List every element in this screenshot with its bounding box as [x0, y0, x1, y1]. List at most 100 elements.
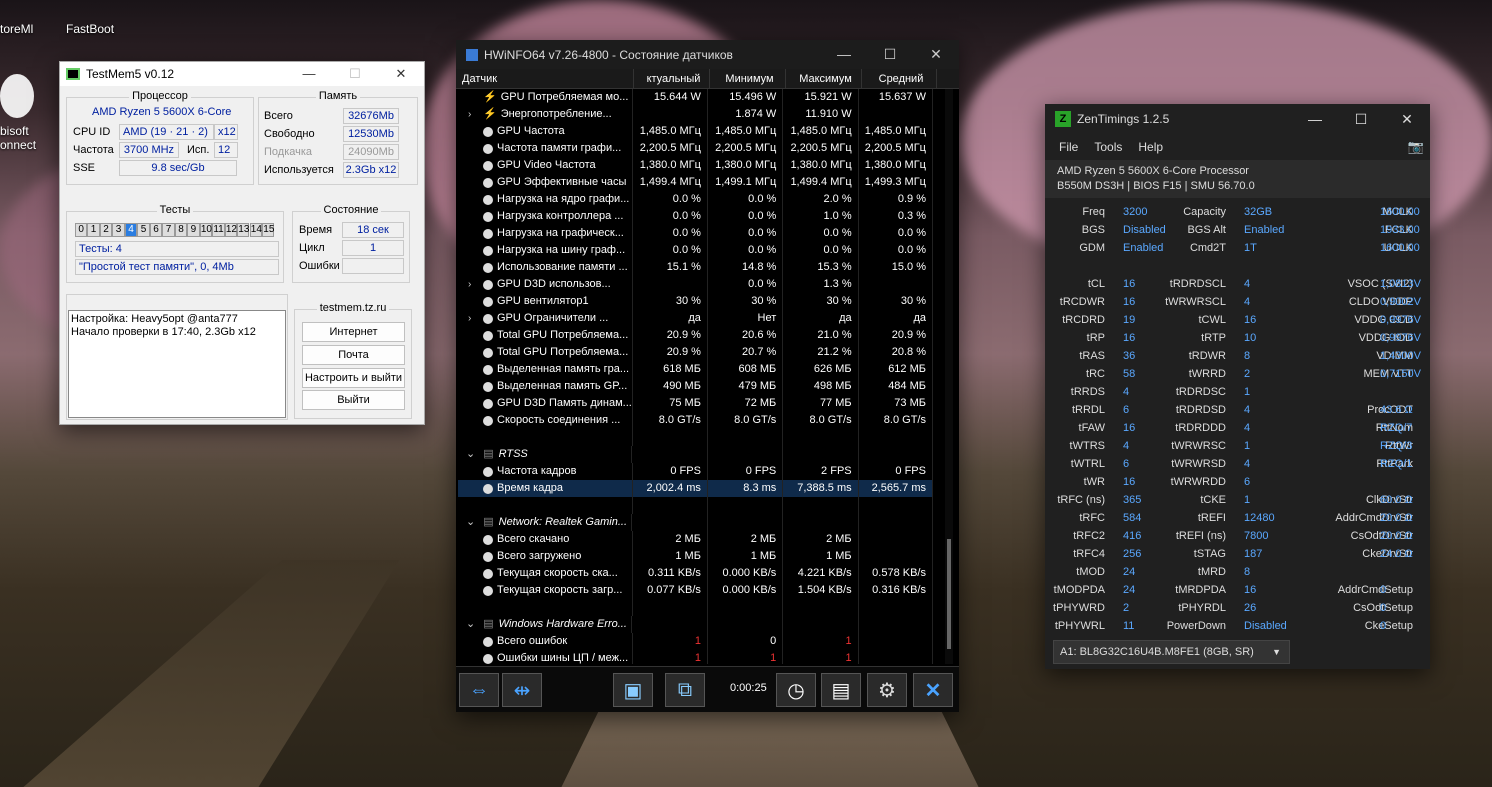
configure-exit-button[interactable]: Настроить и выйти [302, 368, 405, 388]
desktop-icon-ubisoft-connect[interactable]: onnect [0, 138, 36, 152]
value-max: 15.921 W [783, 89, 859, 106]
sensor-row[interactable]: GPU Эффективные часы 1,499.4 МГц 1,499.1 М… [458, 174, 933, 191]
col-max[interactable]: Максимум [786, 69, 862, 88]
timing-label: Cmd2T [1189, 242, 1226, 254]
network-icon[interactable]: ⧉ [665, 673, 705, 707]
mail-button[interactable]: Почта [302, 345, 405, 365]
zen-titlebar[interactable]: Z ZenTimings 1.2.5 — ☐ ✕ [1045, 104, 1430, 134]
module-select[interactable]: A1: BL8G32C16U4B.M8FE1 (8GB, SR) ▼ [1053, 640, 1290, 664]
testmem-titlebar[interactable]: TestMem5 v0.12 — ☐ ✕ [60, 62, 424, 86]
collapse-arrows-icon[interactable]: ⇹ [502, 673, 542, 707]
menu-tools[interactable]: Tools [1094, 140, 1122, 154]
timing-value: 4 [1123, 440, 1130, 452]
sensor-row[interactable]: Всего скачано 2 МБ 2 МБ 2 МБ [458, 531, 933, 548]
minimize-icon[interactable]: — [286, 66, 332, 82]
close-icon[interactable]: ✕ [378, 66, 424, 82]
sensor-row[interactable]: Нагрузка на шину граф... 0.0 % 0.0 % 0.0 % 0… [458, 242, 933, 259]
sensor-section[interactable]: ⌄ ▤ RTSS [458, 446, 933, 463]
value-max [783, 446, 859, 463]
sensor-row[interactable]: Всего загружено 1 МБ 1 МБ 1 МБ [458, 548, 933, 565]
maximize-icon[interactable]: ☐ [867, 46, 913, 63]
timing-label: tWRWRDD [1170, 476, 1226, 488]
timing-value: 10 [1244, 332, 1257, 344]
desktop-icon-fastboot[interactable]: FastBoot [66, 22, 114, 36]
value-max: 8.0 GT/s [783, 412, 859, 429]
menu-file[interactable]: File [1059, 140, 1078, 154]
log-box[interactable]: Настройка: Heavy5opt @anta777 Начало про… [68, 310, 286, 418]
chevron-right-icon[interactable]: › [468, 106, 478, 123]
sensor-row[interactable]: Частота кадров 0 FPS 0 FPS 2 FPS 0 FPS [458, 463, 933, 480]
timing-label: tCWL [1198, 314, 1227, 326]
sensor-row[interactable]: Частота памяти графи... 2,200.5 МГц 2,200.… [458, 140, 933, 157]
desktop-icon-ubisoft[interactable]: bisoft [0, 124, 29, 138]
sensor-section[interactable]: ⌄ ▤ Windows Hardware Erro... [458, 616, 933, 633]
sensor-row[interactable]: GPU D3D Память динам... 75 МБ 72 МБ 77 МБ 73… [458, 395, 933, 412]
sensor-row[interactable]: › GPU D3D использов... 0.0 % 1.3 % [458, 276, 933, 293]
value-avg: 1,380.0 МГц [859, 157, 933, 174]
sensor-row[interactable]: Выделенная память GP... 490 МБ 479 МБ 498 М… [458, 378, 933, 395]
sensor-row[interactable]: Нагрузка контроллера ... 0.0 % 0.0 % 1.0 % 0… [458, 208, 933, 225]
scrollbar[interactable] [945, 89, 953, 664]
sensor-row[interactable]: › GPU Ограничители ... да Нет да да [458, 310, 933, 327]
sensor-row[interactable]: GPU Частота 1,485.0 МГц 1,485.0 МГц 1,485.0… [458, 123, 933, 140]
sensor-row[interactable]: Ошибки шины ЦП / меж... 1 1 1 [458, 650, 933, 664]
sensor-row[interactable]: Нагрузка на графическ... 0.0 % 0.0 % 0.0 % 0… [458, 225, 933, 242]
sensor-section[interactable]: ⌄ ▤ Network: Realtek Gamin... [458, 514, 933, 531]
sensor-row[interactable]: Время кадра 2,002.4 ms 8.3 ms 7,388.5 ms 2,5… [458, 480, 933, 497]
col-sensor[interactable]: Датчик [458, 69, 634, 88]
close-icon[interactable]: ✕ [913, 673, 953, 707]
desktop-icon-store[interactable]: toreMl [0, 22, 33, 36]
sensor-row[interactable]: Использование памяти ... 15.1 % 14.8 % 15.3… [458, 259, 933, 276]
sensor-row[interactable]: Total GPU Потребляема... 20.9 % 20.7 % 21.2… [458, 344, 933, 361]
value-max: да [783, 310, 859, 327]
sensor-row[interactable]: Скорость соединения ... 8.0 GT/s 8.0 GT/s 8… [458, 412, 933, 429]
clock-icon[interactable]: ◷ [776, 673, 816, 707]
internet-button[interactable]: Интернет [302, 322, 405, 342]
monitor-icon[interactable]: ▣ [613, 673, 653, 707]
sensor-row[interactable]: Выделенная память гра... 618 МБ 608 МБ 626 … [458, 361, 933, 378]
sse-value: 9.8 sec/Gb [119, 160, 237, 176]
sensor-row[interactable]: › ⚡ Энергопотребление... 1.874 W 11.910 W [458, 106, 933, 123]
chevron-right-icon[interactable]: › [468, 276, 478, 293]
mem-used-value: 2.3Gb x12 [343, 162, 399, 178]
sensor-row[interactable]: Текущая скорость загр... 0.077 KB/s 0.000 … [458, 582, 933, 599]
value-current: 20.9 % [633, 344, 708, 361]
hwinfo-titlebar[interactable]: HWiNFO64 v7.26-4800 - Состояние датчиков… [456, 40, 959, 69]
timing-value: 36 [1123, 350, 1136, 362]
timing-value: 16 [1244, 584, 1257, 596]
col-min[interactable]: Минимум [710, 69, 786, 88]
value-current: 0.0 % [633, 225, 708, 242]
chevron-down-icon[interactable]: ⌄ [466, 446, 475, 463]
exit-button[interactable]: Выйти [302, 390, 405, 410]
minimize-icon[interactable]: — [821, 46, 867, 63]
value-max: 1,499.4 МГц [783, 174, 859, 191]
menu-help[interactable]: Help [1138, 140, 1163, 154]
gear-icon[interactable]: ⚙ [867, 673, 907, 707]
minimize-icon[interactable]: — [1292, 111, 1338, 128]
sensor-row[interactable]: Total GPU Потребляема... 20.9 % 20.6 % 21.0… [458, 327, 933, 344]
maximize-icon[interactable]: ☐ [332, 66, 378, 82]
col-avg[interactable]: Средний [862, 69, 937, 88]
sensor-name: Нагрузка на графическ... [497, 227, 624, 239]
chevron-down-icon[interactable]: ⌄ [466, 514, 475, 531]
camera-icon[interactable]: 📷 [1408, 139, 1424, 155]
value-min: 2,200.5 МГц [708, 140, 784, 157]
expand-arrows-icon[interactable]: ⇔ [459, 673, 499, 707]
sensor-row[interactable]: GPU Video Частота 1,380.0 МГц 1,380.0 МГц 1… [458, 157, 933, 174]
timing-label: tRCDRD [1062, 314, 1105, 326]
scrollbar-thumb[interactable] [947, 539, 951, 649]
col-current[interactable]: ктуальный [634, 69, 710, 88]
chevron-down-icon[interactable]: ⌄ [466, 616, 475, 633]
value-avg: 15.0 % [859, 259, 933, 276]
sensor-row[interactable]: Текущая скорость ска... 0.311 KB/s 0.000 K… [458, 565, 933, 582]
sensor-row[interactable]: ⚡ GPU Потребляемая мо... 15.644 W 15.496 W1… [458, 89, 933, 106]
close-icon[interactable]: ✕ [1384, 111, 1430, 128]
sensor-row[interactable]: Всего ошибок 1 0 1 [458, 633, 933, 650]
value-current: 0.311 KB/s [633, 565, 708, 582]
sensor-row[interactable]: GPU вентилятор1 30 % 30 % 30 % 30 % [458, 293, 933, 310]
maximize-icon[interactable]: ☐ [1338, 111, 1384, 128]
add-report-icon[interactable]: ▤ [821, 673, 861, 707]
chevron-right-icon[interactable]: › [468, 310, 478, 327]
close-icon[interactable]: ✕ [913, 46, 959, 63]
sensor-row[interactable]: Нагрузка на ядро графи... 0.0 % 0.0 % 2.0 %… [458, 191, 933, 208]
